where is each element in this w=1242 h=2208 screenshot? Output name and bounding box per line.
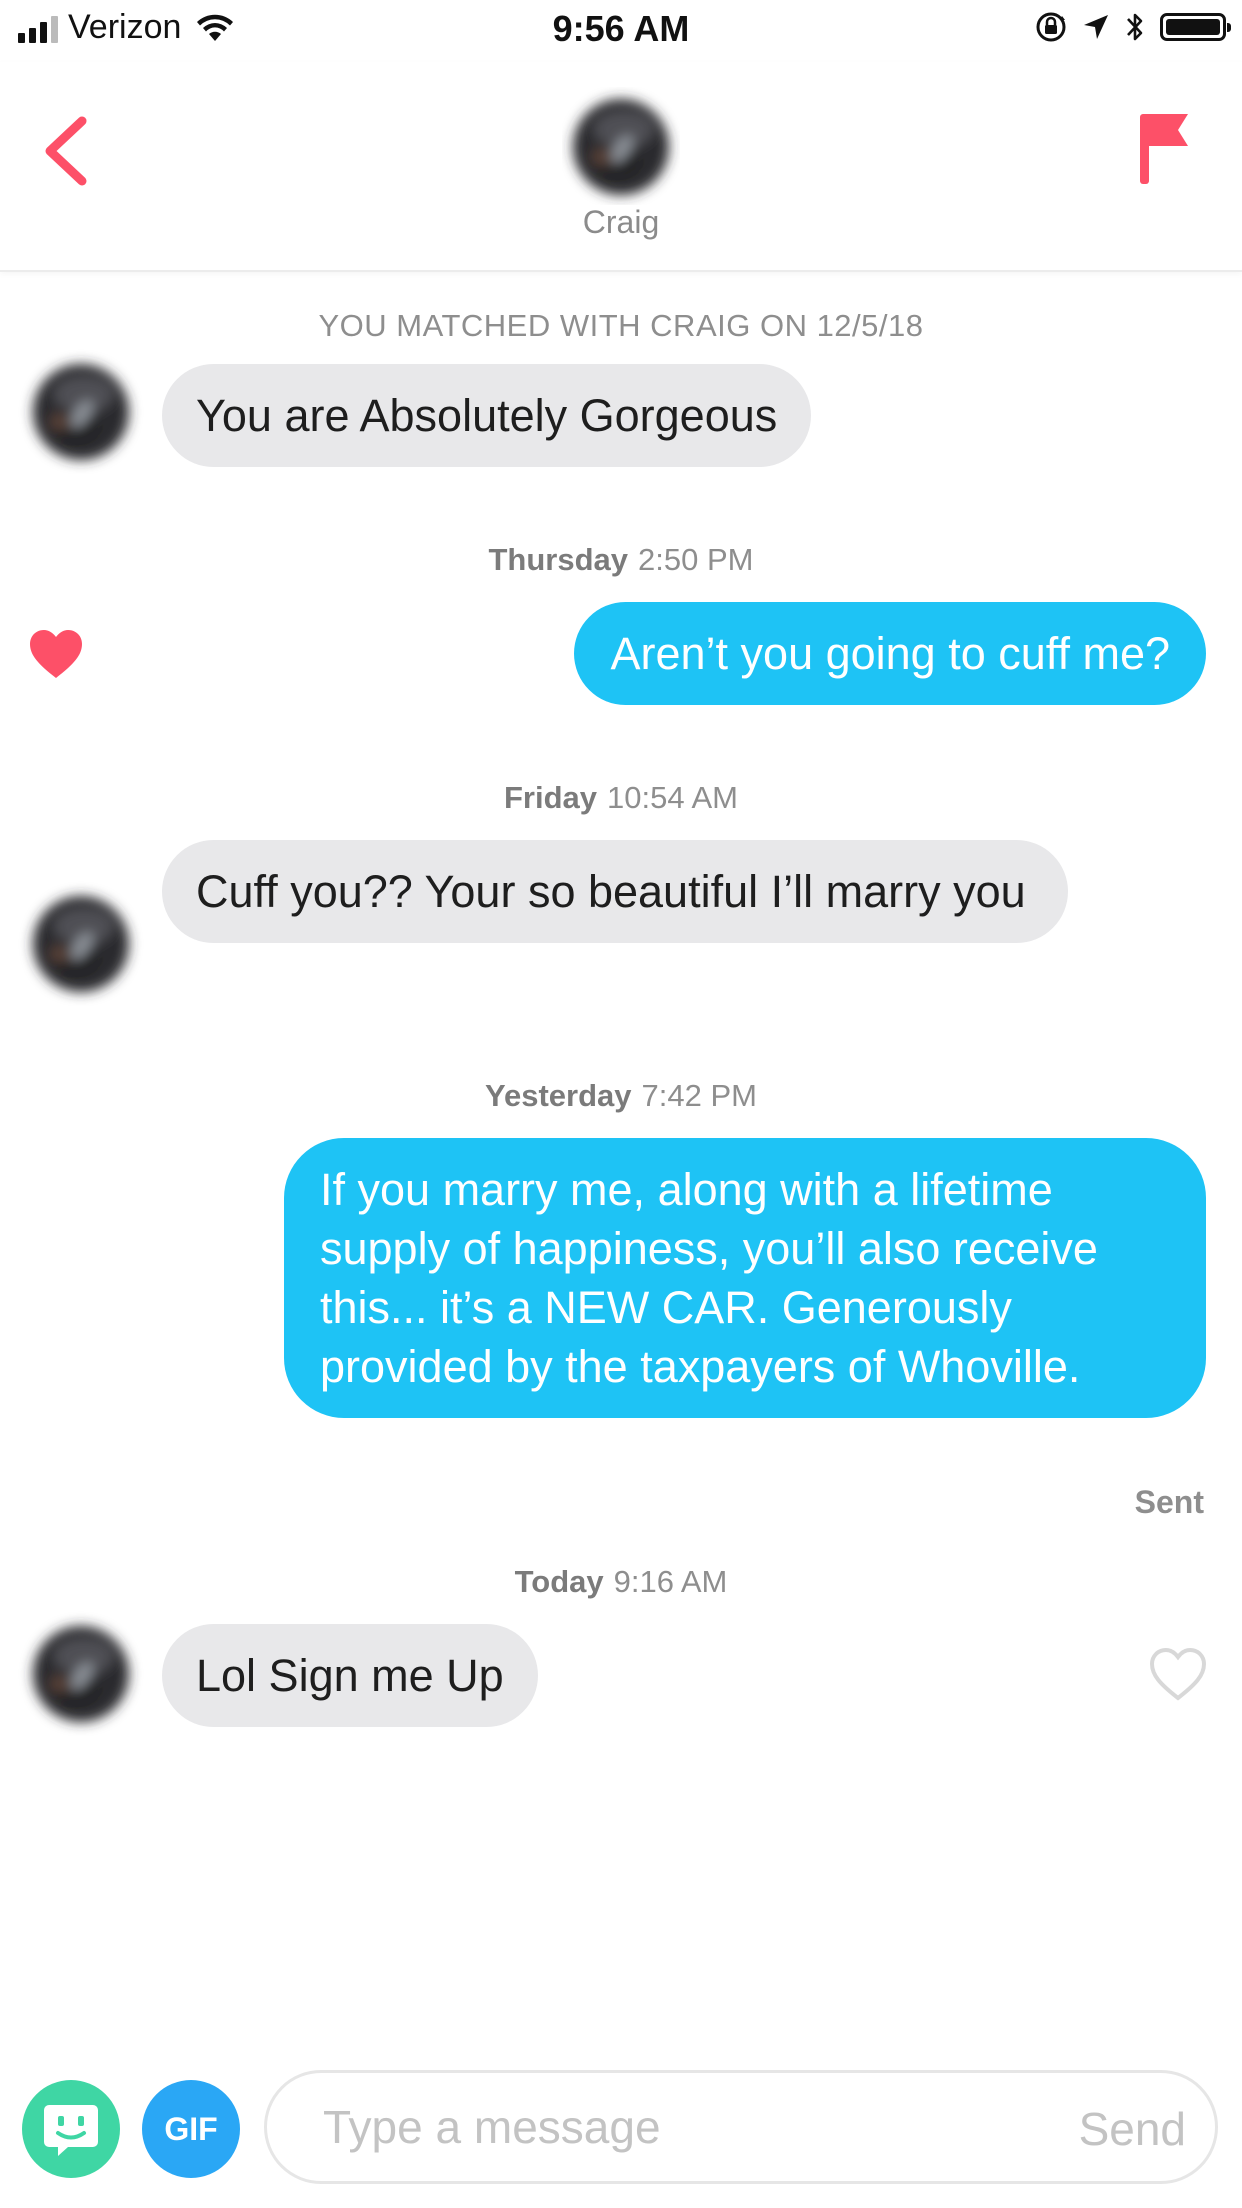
incoming-message[interactable]: Cuff you?? Your so beautiful I’ll marry … [162, 840, 1068, 943]
timestamp: Today 9:16 AM [514, 1564, 728, 1599]
flag-icon [1140, 114, 1188, 184]
location-icon [1084, 15, 1108, 39]
send-button[interactable]: Send [1079, 2102, 1186, 2156]
incoming-message[interactable]: You are Absolutely Gorgeous [162, 364, 812, 467]
sticker-button[interactable] [22, 2080, 120, 2178]
timestamp: Friday 10:54 AM [503, 780, 738, 815]
message-input[interactable] [264, 2070, 1218, 2184]
status-bar: Verizon 9:56 AM [0, 0, 1242, 62]
sender-avatar[interactable] [18, 1610, 144, 1736]
outgoing-message[interactable]: If you marry me, along with a lifetime s… [284, 1138, 1206, 1418]
sender-avatar[interactable] [18, 880, 144, 1006]
message-composer: GIF Send [0, 2058, 1242, 2208]
outgoing-message[interactable]: Aren’t you going to cuff me? [574, 602, 1206, 705]
chat-header: Craig [0, 62, 1242, 272]
timestamp: Yesterday 7:42 PM [485, 1078, 757, 1113]
incoming-message[interactable]: Lol Sign me Up [162, 1624, 538, 1727]
header-avatar[interactable] [562, 87, 680, 205]
rotation-lock-icon [1036, 12, 1066, 42]
match-notice: YOU MATCHED WITH CRAIG ON 12/5/18 [318, 308, 924, 343]
gif-button[interactable]: GIF [142, 2080, 240, 2178]
like-heart-icon[interactable] [1148, 1646, 1208, 1702]
back-button[interactable] [30, 107, 100, 197]
timestamp: Thursday 2:50 PM [488, 542, 754, 577]
bluetooth-icon [1127, 13, 1143, 41]
report-button[interactable] [1130, 104, 1202, 194]
sender-avatar[interactable] [18, 348, 144, 474]
chevron-left-icon [45, 116, 87, 186]
sticker-icon [44, 2105, 98, 2156]
delivery-status: Sent [1134, 1484, 1204, 1520]
contact-name: Craig [582, 204, 660, 240]
battery-icon [1160, 13, 1231, 41]
heart-icon [30, 630, 82, 678]
